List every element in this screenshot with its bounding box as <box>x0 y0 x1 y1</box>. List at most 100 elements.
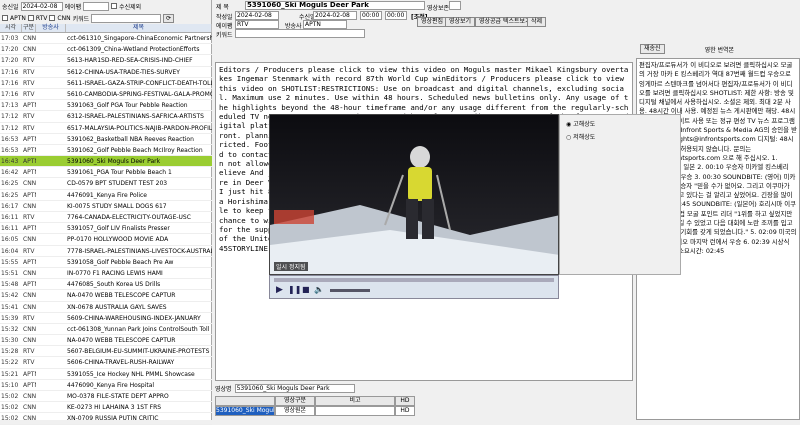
time-start-input[interactable]: 00:00 <box>360 11 382 20</box>
table-cell: CNN <box>23 337 36 345</box>
table-row[interactable]: 16:11 RTV 7764-CANADA-ELECTRICITY-OUTAGE-U… <box>0 212 212 224</box>
header-time[interactable]: 시각 <box>0 24 22 32</box>
table-row[interactable]: 17:20 CNN cct-061309_China-Wetland Protect… <box>0 44 212 56</box>
recv-date-input[interactable]: 2024-02-08 <box>313 11 357 20</box>
rtv-label: RTV <box>35 14 48 22</box>
table-row[interactable]: 17:03 CNN cct-061310_Singapore-ChinaEconom… <box>0 33 212 45</box>
volume-icon[interactable]: 🔈 <box>314 285 324 294</box>
table-row[interactable]: 15:55 APTN 5391058_Golf Pebble Beach Pre A… <box>0 257 212 268</box>
table-row[interactable]: 15:51 CNN IN-0770 F1 RACING LEWIS HAMI <box>0 268 212 280</box>
table-row[interactable]: 15:10 APTN 4476090_Kenya Fire Hospital <box>0 380 212 391</box>
rtv-checkbox[interactable] <box>27 15 34 21</box>
table-row[interactable]: 15:02 CNN XN-0709 RUSSIA PUTIN CRITIC <box>0 413 212 425</box>
video-player[interactable]: 일시 정지됨 <box>269 114 559 275</box>
view-video-button[interactable]: 영상보기 <box>445 17 476 27</box>
table-row[interactable]: 16:05 CNN PP-0170 HOLLYWOOD MOVIE ADA <box>0 234 212 246</box>
table-row[interactable]: 16:53 APTN 5391062_Basketball NBA Reeves R… <box>0 134 212 145</box>
table-row[interactable]: 17:16 RTV 5610-CAMBODIA-SPRING-FESTIVAL-GA… <box>0 89 212 101</box>
aptn-checkbox[interactable] <box>2 15 8 21</box>
table-row[interactable]: 15:02 CNN KE-0273 HI LAHAINA 3 1ST FRS <box>0 402 212 414</box>
table-row[interactable]: 15:30 CNN NA-0470 WEBB TELESCOPE CAPTUR <box>0 335 212 347</box>
table-cell: APTN <box>23 381 36 389</box>
type-select[interactable] <box>83 1 110 11</box>
keyword-input[interactable] <box>235 29 365 38</box>
table-row[interactable]: 15:48 APTN 4476085_South Korea US Drills <box>0 279 212 291</box>
table-cell: APTN <box>23 158 36 166</box>
table-cell: CNN <box>23 35 36 42</box>
table-row[interactable]: 17:13 APTN 5391063_Golf PGA Tour Pebble Re… <box>0 100 212 112</box>
table-cell: 15:22 <box>1 359 19 367</box>
tab-translation[interactable]: 영한 번역본 <box>705 45 735 54</box>
table-row[interactable]: 16:53 APTN 5391062_Golf Pebble Beach McIlr… <box>0 145 212 157</box>
title-input[interactable]: 5391060_Ski Moguls Deer Park <box>245 1 425 10</box>
filename-input[interactable]: 5391060_Ski Moguls Deer Park <box>234 383 355 393</box>
table-cell <box>36 212 66 222</box>
table-row[interactable]: 16:17 CNN KI-0075 STUDY SMALL DOGS 617 <box>0 201 212 212</box>
volume-slider[interactable] <box>330 289 370 292</box>
table-cell: cct-061309_China-Wetland ProtectionEffor… <box>67 46 200 54</box>
exclude-checkbox[interactable] <box>111 3 118 9</box>
filename-label: 영상명 <box>215 385 232 393</box>
cnn-checkbox[interactable] <box>49 15 56 21</box>
seek-bar[interactable] <box>274 278 554 282</box>
tab-resend[interactable]: 재송신 <box>640 44 665 54</box>
date-input[interactable]: 2024-02-08 <box>20 1 63 11</box>
type-select[interactable]: RTV <box>235 20 279 29</box>
write-date-input[interactable]: 2024-02-08 <box>235 11 279 20</box>
table-row[interactable]: 15:02 CNN MO-0378 FILE-STATE DEPT APPRO <box>0 391 212 403</box>
aptn-label: APTN <box>10 14 26 22</box>
table-row[interactable]: 15:41 CNN XN-0678 AUSTRALIA GAYL SAVES <box>0 302 212 313</box>
table-cell: 16:25 <box>1 180 19 188</box>
table-row[interactable]: 16:25 APTN 4476091_Kenya Fire Police <box>0 190 212 201</box>
table-cell: 16:17 <box>1 202 19 210</box>
table-cell <box>36 190 66 200</box>
table-row[interactable]: 17:12 RTV 6517-MALAYSIA-POLITICS-NAJIB-PAR… <box>0 123 212 134</box>
table-row[interactable]: 17:12 RTV 6312-ISRAEL-PALESTINIANS-SAFRICA… <box>0 111 212 123</box>
table-row[interactable]: 16:04 RTV 7778-ISRAEL-PALESTINIANS-LIVESTO… <box>0 246 212 257</box>
header-type[interactable]: 구분 <box>22 24 36 32</box>
table-row[interactable]: 16:11 APTN 5391057_Golf LIV Finalists Pres… <box>0 223 212 235</box>
table-cell: APTN <box>23 135 36 143</box>
file-grid-row[interactable]: 5391060_Ski Moguls Deer Park 영상원본 HD <box>215 406 633 416</box>
pause-icon[interactable]: ❚❚ <box>288 285 301 294</box>
table-cell: cct-061310_Singapore-ChinaEconomic Partn… <box>67 35 212 42</box>
table-cell: 5609-CHINA-WAREHOUSING-INDEX-JANUARY <box>67 314 201 322</box>
opt-low[interactable]: ○ 저해상도 <box>566 132 674 141</box>
time-end-input[interactable]: 00:00 <box>385 11 407 20</box>
table-row[interactable]: 15:32 CNN cct-061308_Yunnan Park Joins Con… <box>0 324 212 336</box>
table-row[interactable]: 17:16 RTV 5611-ISRAEL-GAZA-STRIP-CONFLICT-… <box>0 78 212 89</box>
grid-cell-note[interactable] <box>315 406 395 416</box>
broadcaster-select[interactable]: APTN <box>303 20 347 29</box>
header-title[interactable]: 제목 <box>66 24 212 32</box>
approve-checkbox[interactable] <box>449 1 461 10</box>
delete-button[interactable]: 삭제 <box>527 17 547 27</box>
file-section: 영상명 5391060_Ski Moguls Deer Park 영상구분 비고… <box>215 381 633 420</box>
table-row[interactable]: 15:39 RTV 5609-CHINA-WAREHOUSING-INDEX-JAN… <box>0 313 212 324</box>
table-cell: 15:10 <box>1 381 19 389</box>
table-row[interactable]: 15:21 APTN 5391055_Ice Hockey NHL PMML Sho… <box>0 369 212 380</box>
grid-cell-hd[interactable]: HD <box>395 406 415 416</box>
edit-video-button[interactable]: 영상편집 <box>417 17 448 27</box>
stop-icon[interactable]: ■ <box>302 285 310 294</box>
text-toolbar <box>215 49 633 61</box>
table-cell: CNN <box>23 269 36 277</box>
supply-text-button[interactable]: 영상공급 텍스트보기 <box>475 17 535 27</box>
table-row[interactable]: 16:43 APTN 5391060_Ski Moguls Deer Park <box>0 156 212 168</box>
table-row[interactable]: 17:20 RTV 5613-HAR1SD-RED-SEA-CRISIS-IND-C… <box>0 55 212 67</box>
table-row[interactable]: 15:42 CNN NA-0470 WEBB TELESCOPE CAPTUR <box>0 290 212 302</box>
table-cell: 5612-CHINA-USA-TRADE-TIES-SURVEY <box>67 68 180 76</box>
play-icon[interactable]: ▶ <box>276 285 283 295</box>
table-cell: 5391057_Golf LIV Finalists Presser <box>67 225 170 233</box>
table-row[interactable]: 15:22 RTV 5606-CHINA-TRAVEL-RUSH-RAILWAY <box>0 357 212 369</box>
keyword-input[interactable] <box>91 13 162 23</box>
table-row[interactable]: 16:42 APTN 5391061_PGA Tour Pebble Beach 1 <box>0 167 212 179</box>
table-cell: 15:48 <box>1 281 19 289</box>
header-broadcaster[interactable]: 방송사 <box>36 24 66 32</box>
grid-cell-name[interactable]: 5391060_Ski Moguls Deer Park <box>215 406 275 416</box>
table-row[interactable]: 15:28 RTV 5607-BELGIUM-EU-SUMMIT-UKRAINE-P… <box>0 346 212 358</box>
opt-high[interactable]: ◉ 고해상도 <box>566 119 674 128</box>
table-row[interactable]: 17:16 RTV 5612-CHINA-USA-TRADE-TIES-SURVEY <box>0 67 212 78</box>
table-row[interactable]: 16:25 CNN CD-0579 BPT STUDENT TEST 203 <box>0 178 212 190</box>
grid-cell-type[interactable]: 영상원본 <box>275 406 315 416</box>
refresh-button[interactable]: ⟳ <box>163 13 175 23</box>
